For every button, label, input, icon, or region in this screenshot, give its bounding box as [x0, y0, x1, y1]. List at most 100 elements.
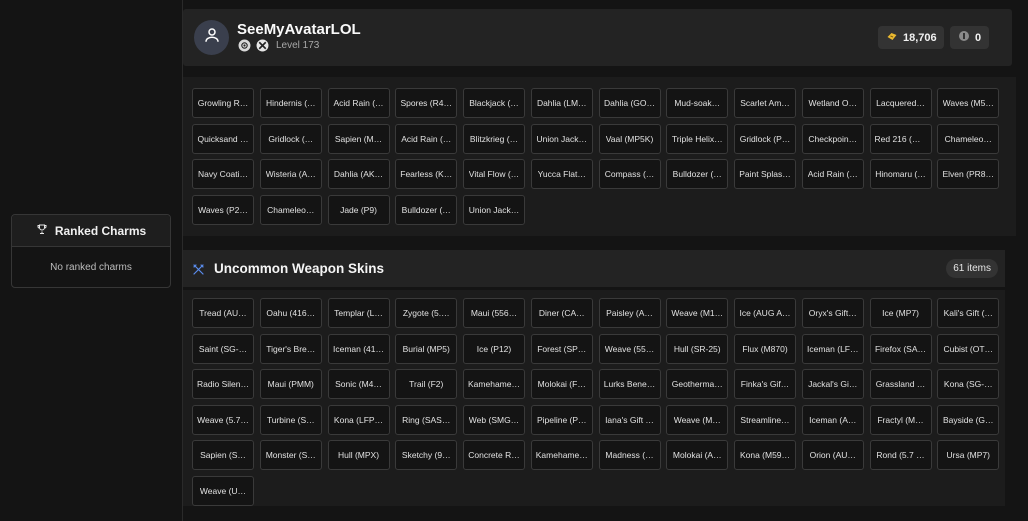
skin-tile[interactable]: Jackal's Gi…: [801, 369, 864, 400]
skin-tile[interactable]: Burial (MP5): [395, 333, 458, 364]
skin-tile[interactable]: Streamline…: [734, 404, 796, 435]
skin-tile[interactable]: Hinomaru (…: [869, 159, 932, 190]
skin-tile[interactable]: Monster (S…: [259, 440, 322, 471]
skin-tile[interactable]: Oryx's Gift…: [801, 298, 864, 328]
skin-tile[interactable]: Cubist (OT…: [937, 333, 1000, 364]
skin-tile[interactable]: Concrete R…: [463, 440, 525, 471]
skin-tile[interactable]: Scarlet Am…: [734, 88, 796, 118]
skin-tile[interactable]: Maui (PMM): [259, 369, 322, 400]
skin-tile[interactable]: Finka's Gif…: [734, 369, 796, 400]
skin-tile[interactable]: Molokai (F…: [530, 369, 593, 400]
skin-tile[interactable]: Hull (SR-25): [666, 333, 729, 364]
skin-tile[interactable]: Sonic (M4…: [327, 369, 390, 400]
skin-tile[interactable]: Kona (M59…: [734, 440, 796, 471]
skin-tile[interactable]: Rond (5.7 …: [869, 440, 932, 471]
skin-tile[interactable]: Waves (P2…: [192, 194, 254, 225]
skin-tile[interactable]: Waves (M5…: [937, 88, 1000, 118]
skin-tile[interactable]: Dahlia (AK…: [327, 159, 390, 190]
skin-tile[interactable]: Weave (M…: [666, 404, 729, 435]
skin-tile[interactable]: Blackjack (…: [463, 88, 525, 118]
skin-tile[interactable]: Orion (AU…: [801, 440, 864, 471]
skin-tile[interactable]: Dahlia (LM…: [530, 88, 593, 118]
skin-tile[interactable]: Weave (55…: [598, 333, 661, 364]
skin-tile[interactable]: Compass (…: [598, 159, 661, 190]
skin-tile[interactable]: Saint (SG-…: [192, 333, 254, 364]
skin-tile[interactable]: Kali's Gift (…: [937, 298, 1000, 328]
skin-tile[interactable]: Ring (SAS…: [395, 404, 458, 435]
skin-tile[interactable]: Iceman (A…: [801, 404, 864, 435]
skin-tile[interactable]: Lacquered…: [869, 88, 932, 118]
skin-tile[interactable]: Flux (M870): [734, 333, 796, 364]
skin-tile[interactable]: Geotherma…: [666, 369, 729, 400]
skin-tile[interactable]: Paisley (A…: [598, 298, 661, 328]
skin-tile[interactable]: Red 216 (G…: [869, 123, 932, 154]
skin-tile[interactable]: Growling R…: [192, 88, 254, 118]
skin-tile[interactable]: Iceman (41…: [327, 333, 390, 364]
skin-tile[interactable]: Triple Helix…: [666, 123, 729, 154]
skin-tile[interactable]: Kamehame…: [463, 369, 525, 400]
skin-tile[interactable]: Ice (P12): [463, 333, 525, 364]
skin-tile[interactable]: Ice (AUG A…: [734, 298, 796, 328]
skin-tile[interactable]: Trail (F2): [395, 369, 458, 400]
skin-tile[interactable]: Sapien (S…: [192, 440, 254, 471]
skin-tile[interactable]: Yucca Flat…: [530, 159, 593, 190]
skin-tile[interactable]: Kona (SG-…: [937, 369, 1000, 400]
skin-tile[interactable]: Iana's Gift …: [598, 404, 661, 435]
skin-tile[interactable]: Spores (R4…: [395, 88, 458, 118]
skin-tile[interactable]: Zygote (5.…: [395, 298, 458, 328]
skin-tile[interactable]: Templar (L…: [327, 298, 390, 328]
skin-tile[interactable]: Weave (U…: [192, 476, 254, 506]
skin-tile[interactable]: Acid Rain (…: [801, 159, 864, 190]
skin-tile[interactable]: Vital Flow (…: [463, 159, 525, 190]
avatar[interactable]: [194, 20, 229, 55]
skin-tile[interactable]: Hindernis (…: [259, 88, 322, 118]
skin-tile[interactable]: Quicksand …: [192, 123, 254, 154]
skin-tile[interactable]: Navy Coati…: [192, 159, 254, 190]
skin-tile[interactable]: Molokai (A…: [666, 440, 729, 471]
skin-tile[interactable]: Forest (SP…: [530, 333, 593, 364]
skin-tile[interactable]: Pipeline (P…: [530, 404, 593, 435]
skin-tile[interactable]: Union Jack…: [463, 194, 525, 225]
skin-tile[interactable]: Tiger's Bre…: [259, 333, 322, 364]
skin-tile[interactable]: Madness (…: [598, 440, 661, 471]
skin-tile[interactable]: Kona (LFP…: [327, 404, 390, 435]
skin-tile[interactable]: Ursa (MP7): [937, 440, 1000, 471]
skin-tile[interactable]: Checkpoin…: [801, 123, 864, 154]
skin-tile[interactable]: Bulldozer (…: [666, 159, 729, 190]
skin-tile[interactable]: Union Jack…: [530, 123, 593, 154]
skin-tile[interactable]: Gridlock (…: [259, 123, 322, 154]
skin-tile[interactable]: Iceman (LF…: [801, 333, 864, 364]
skin-tile[interactable]: Mud-soak…: [666, 88, 729, 118]
skin-tile[interactable]: Sketchy (9…: [395, 440, 458, 471]
skin-tile[interactable]: Radio Silen…: [192, 369, 254, 400]
skin-tile[interactable]: Grassland …: [869, 369, 932, 400]
skin-tile[interactable]: Diner (CA…: [530, 298, 593, 328]
skin-tile[interactable]: Oahu (416…: [259, 298, 322, 328]
skin-tile[interactable]: Fractyl (M…: [869, 404, 932, 435]
skin-tile[interactable]: Dahlia (GO…: [598, 88, 661, 118]
skin-tile[interactable]: Fearless (K…: [395, 159, 458, 190]
skin-tile[interactable]: Tread (AU…: [192, 298, 254, 328]
skin-tile[interactable]: Wetland O…: [801, 88, 864, 118]
skin-tile[interactable]: Blitzkrieg (…: [463, 123, 525, 154]
skin-tile[interactable]: Maui (556…: [463, 298, 525, 328]
skin-tile[interactable]: Hull (MPX): [327, 440, 390, 471]
skin-tile[interactable]: Gridlock (P…: [734, 123, 796, 154]
skin-tile[interactable]: Acid Rain (…: [395, 123, 458, 154]
skin-tile[interactable]: Kamehame…: [530, 440, 593, 471]
skin-tile[interactable]: Firefox (SA…: [869, 333, 932, 364]
skin-tile[interactable]: Ice (MP7): [869, 298, 932, 328]
skin-tile[interactable]: Chameleo…: [259, 194, 322, 225]
skin-tile[interactable]: Bulldozer (…: [395, 194, 458, 225]
skin-tile[interactable]: Weave (M1…: [666, 298, 729, 328]
skin-tile[interactable]: Sapien (M…: [327, 123, 390, 154]
skin-tile[interactable]: Chameleo…: [937, 123, 1000, 154]
skin-tile[interactable]: Jade (P9): [327, 194, 390, 225]
skin-tile[interactable]: Vaal (MP5K): [598, 123, 661, 154]
skin-tile[interactable]: Wisteria (A…: [259, 159, 322, 190]
skin-tile[interactable]: Bayside (G…: [937, 404, 1000, 435]
skin-tile[interactable]: Turbine (S…: [259, 404, 322, 435]
skin-tile[interactable]: Web (SMG…: [463, 404, 525, 435]
skin-tile[interactable]: Paint Splas…: [734, 159, 796, 190]
skin-tile[interactable]: Acid Rain (…: [327, 88, 390, 118]
